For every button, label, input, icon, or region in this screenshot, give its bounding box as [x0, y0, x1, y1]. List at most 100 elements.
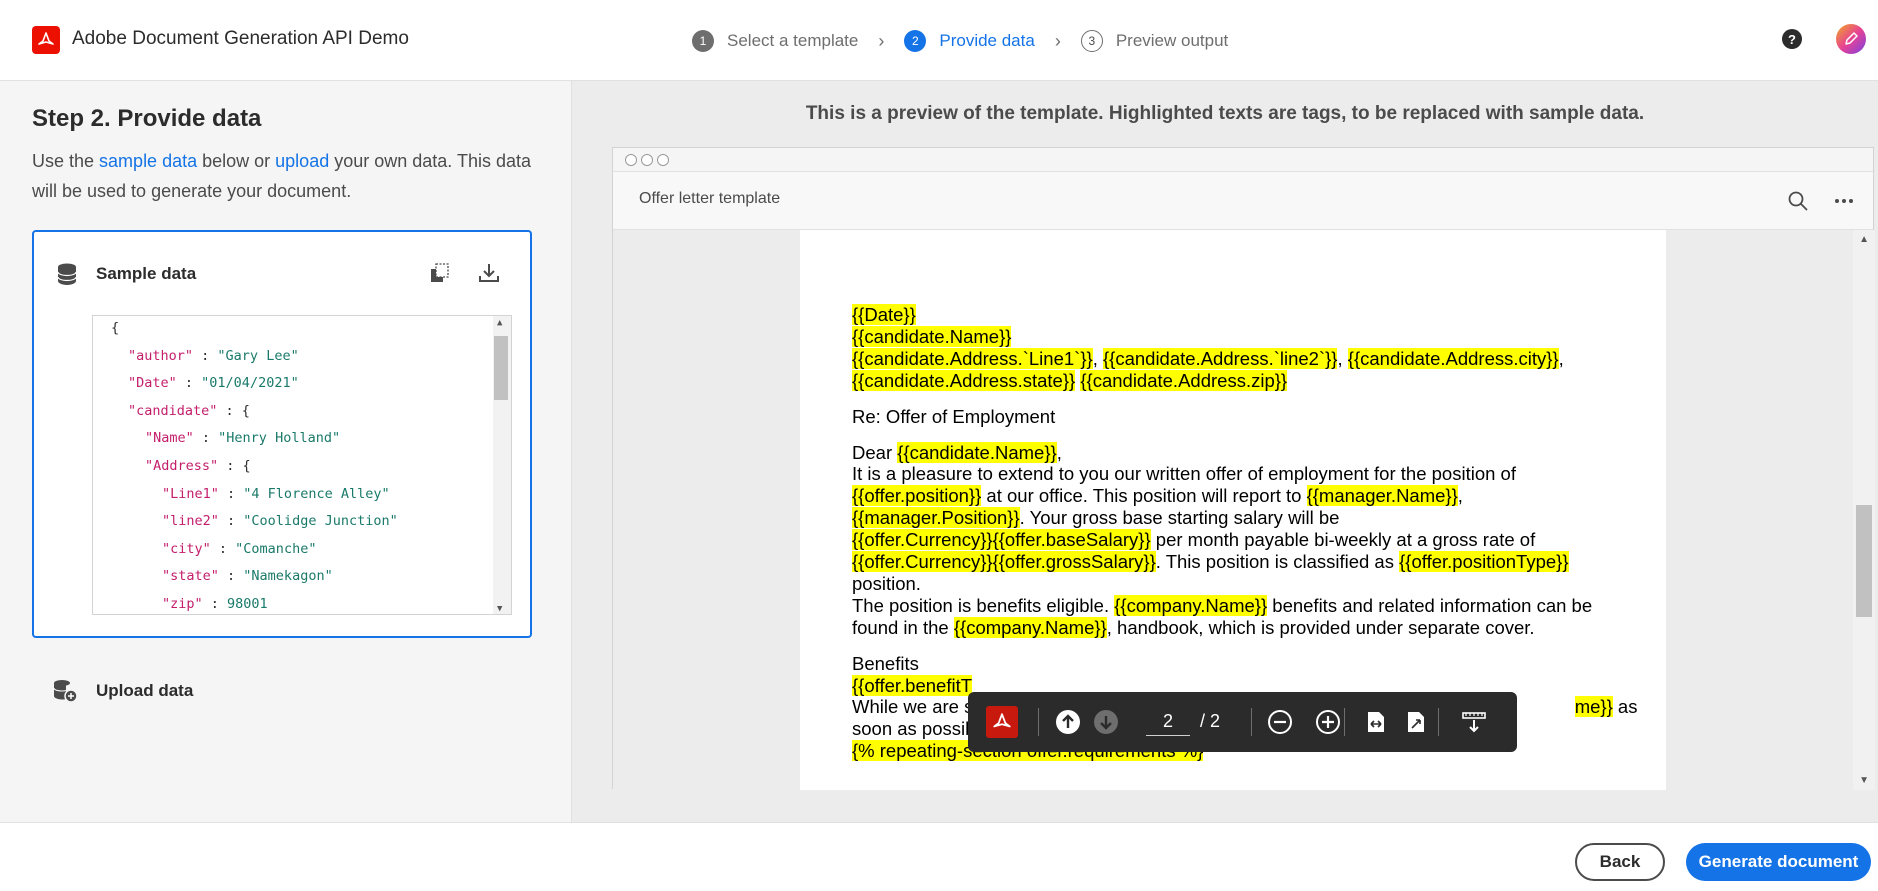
document-line: {{offer.Currency}}{{offer.baseSalary}} p…: [852, 529, 1535, 551]
json-key: "state": [162, 568, 219, 585]
json-colon: :: [217, 402, 242, 419]
document-text: The position is benefits eligible.: [852, 594, 1115, 616]
database-icon: [57, 263, 77, 285]
template-tag: {{manager.Position}}: [852, 507, 1020, 529]
scroll-down-icon[interactable]: ▼: [497, 604, 502, 614]
step-preview-output[interactable]: 3 Preview output: [1080, 30, 1228, 52]
template-tag: {{candidate.Name}}: [852, 325, 1012, 347]
template-tag: {{candidate.Address.`Line1`}}: [852, 347, 1093, 369]
document-line: Re: Offer of Employment: [852, 406, 1055, 428]
previous-page-icon[interactable]: [1052, 706, 1084, 738]
json-value: "Coolidge Junction": [243, 513, 398, 530]
scroll-up-icon[interactable]: ▲: [1859, 234, 1869, 245]
scroll-mode-icon[interactable]: [1458, 706, 1490, 738]
generate-document-button[interactable]: Generate document: [1686, 843, 1871, 881]
json-key: "city": [162, 540, 211, 557]
zoom-out-icon[interactable]: [1264, 706, 1296, 738]
document-line: Dear {{candidate.Name}},: [852, 441, 1062, 464]
json-line: "author" : "Gary Lee": [128, 346, 299, 366]
document-line: Benefits: [852, 653, 919, 675]
document-text: ,: [1092, 347, 1103, 369]
footer: Back Generate document: [0, 822, 1878, 891]
acrobat-icon: [38, 32, 54, 45]
json-key: "candidate": [128, 402, 218, 419]
app-header: Adobe Document Generation API Demo 1 Sel…: [0, 0, 1878, 81]
page-title: Step 2. Provide data: [32, 105, 262, 132]
json-line: "zip" : 98001: [162, 594, 268, 614]
upload-data-option[interactable]: Upload data: [96, 681, 193, 701]
document-line: found in the {{company.Name}}, handbook,…: [852, 616, 1535, 639]
document-text: Dear: [852, 441, 898, 463]
avatar[interactable]: [1836, 24, 1866, 54]
json-line: {: [111, 318, 119, 338]
json-value: "4 Florence Alley": [243, 485, 390, 502]
more-options-icon[interactable]: [1833, 190, 1855, 212]
help-icon[interactable]: ?: [1782, 29, 1802, 49]
template-tag: {{company.Name}}: [953, 616, 1107, 638]
json-line: "candidate" : {: [128, 401, 250, 421]
document-text: position.: [852, 572, 921, 594]
template-tag: {{candidate.Address.state}}: [852, 369, 1076, 391]
acrobat-icon[interactable]: [986, 706, 1018, 738]
scroll-down-icon[interactable]: ▼: [1859, 775, 1869, 786]
json-editor[interactable]: { "author" : "Gary Lee" "Date" : "01/04/20…: [92, 315, 512, 615]
sample-data-link[interactable]: sample data: [99, 151, 197, 171]
search-icon[interactable]: [1787, 190, 1809, 212]
fit-width-icon[interactable]: [1360, 706, 1392, 738]
preview-note: This is a preview of the template. Highl…: [805, 103, 1645, 124]
document-text: ,: [1558, 347, 1564, 369]
scroll-up-icon[interactable]: ▲: [497, 318, 502, 328]
chevron-right-icon: ›: [1054, 30, 1061, 51]
step-label: Provide data: [939, 31, 1035, 50]
next-page-icon[interactable]: [1090, 706, 1122, 738]
json-key: "Date": [128, 375, 177, 392]
json-value: "Henry Holland": [218, 430, 341, 447]
upload-database-icon[interactable]: [52, 679, 78, 703]
document-text: , handbook, which is provided under sepa…: [1106, 616, 1535, 638]
back-button[interactable]: Back: [1575, 843, 1665, 881]
json-line: "Address" : {: [145, 456, 251, 476]
document-line: position.: [852, 573, 921, 595]
zoom-in-icon[interactable]: [1312, 706, 1344, 738]
document-text: Benefits: [852, 652, 919, 674]
copy-icon[interactable]: [429, 262, 451, 284]
fit-page-icon[interactable]: [1400, 706, 1432, 738]
document-line: {{Date}}: [852, 304, 916, 326]
upload-link[interactable]: upload: [275, 151, 329, 171]
stepper: 1 Select a template › 2 Provide data › 3…: [692, 28, 1228, 54]
json-colon: :: [176, 375, 202, 392]
document-text: . Your gross base starting salary will b…: [1019, 507, 1340, 529]
json-colon: :: [193, 430, 219, 447]
document-scrollbar[interactable]: ▲ ▼: [1853, 230, 1875, 790]
document-title: Offer letter template: [639, 190, 781, 207]
json-value: {: [242, 458, 251, 474]
sample-data-card[interactable]: Sample data {"author" : "Gary Lee" "Date"…: [32, 230, 532, 638]
document-line: {{candidate.Address.`Line1`}}, {{candida…: [852, 347, 1564, 370]
json-scrollbar[interactable]: ▲ ▼: [493, 316, 511, 614]
step-number: 2: [904, 30, 927, 52]
document-line: {{offer.position}} at our office. This p…: [852, 485, 1463, 507]
step-provide-data[interactable]: 2 Provide data: [904, 30, 1035, 52]
document-line: {{manager.Position}}. Your gross base st…: [852, 507, 1339, 529]
window-dot: [657, 154, 669, 166]
template-tag: {{candidate.Address.city}}: [1347, 347, 1559, 369]
document-text: . This position is classified as: [1155, 551, 1400, 572]
document-scroll-thumb[interactable]: [1856, 505, 1872, 617]
download-icon[interactable]: [478, 262, 500, 284]
document-text: ,: [1337, 347, 1348, 369]
template-tag: {{offer.position}}: [852, 485, 982, 507]
step-number: 1: [692, 30, 714, 52]
document-text: as: [1612, 696, 1638, 718]
template-tag: {{candidate.Name}}: [897, 441, 1057, 463]
left-panel: Step 2. Provide data Use the sample data…: [0, 81, 572, 822]
page-number-input[interactable]: [1146, 708, 1190, 736]
desc-text: below or: [197, 151, 276, 171]
document-text: Re: Offer of Employment: [852, 405, 1056, 427]
json-scroll-thumb[interactable]: [494, 336, 508, 400]
step-select-template[interactable]: 1 Select a template: [692, 30, 858, 52]
document-toolbar: Offer letter template: [613, 172, 1873, 230]
json-value: {: [241, 402, 250, 419]
json-value: "01/04/2021": [201, 375, 299, 392]
json-line: "Name" : "Henry Holland": [145, 428, 340, 448]
document-line: {{offer.benefitT: [852, 674, 973, 697]
